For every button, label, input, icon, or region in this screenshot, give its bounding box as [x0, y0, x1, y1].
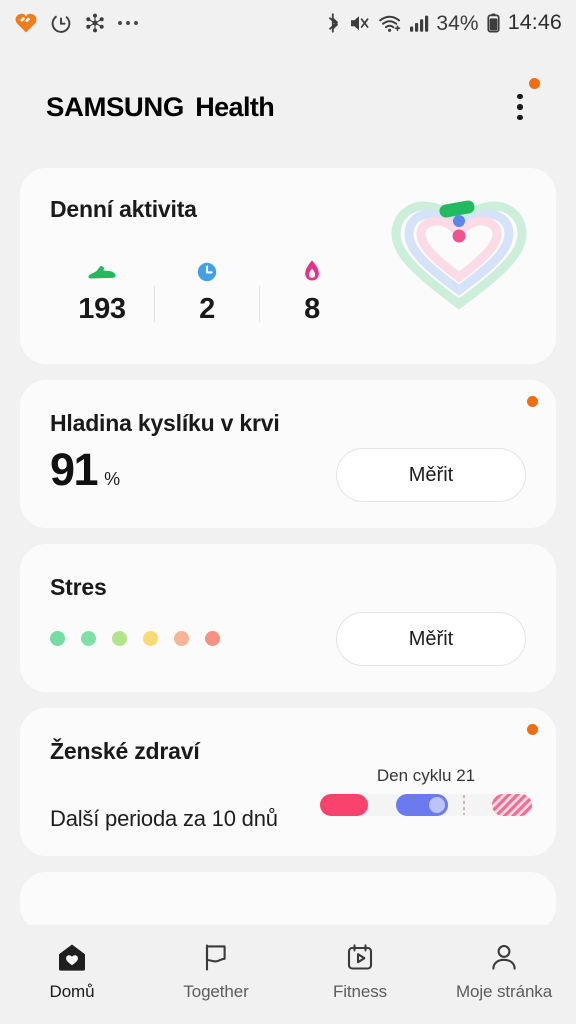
blood-oxygen-value: 91	[50, 444, 99, 495]
person-icon	[487, 941, 521, 973]
measure-stress-button[interactable]: Měřit	[336, 612, 526, 666]
womens-health-badge-dot	[527, 724, 538, 735]
cycle-day-label: Den cyklu 21	[376, 766, 476, 785]
wifi-icon	[378, 12, 402, 34]
card-next-peek[interactable]	[20, 872, 556, 925]
samsung-health-heart-icon	[14, 12, 38, 34]
battery-percent-label: 34%	[436, 11, 479, 35]
stress-dot	[81, 631, 96, 646]
shoe-icon	[87, 263, 117, 288]
brand-health-label: Health	[195, 91, 275, 122]
more-notifications-icon	[118, 21, 138, 25]
stat-steps[interactable]: 193	[50, 263, 154, 324]
stress-title: Stres	[50, 574, 107, 600]
stress-dot	[50, 631, 65, 646]
womens-health-title: Ženské zdraví	[50, 738, 200, 764]
nav-label-my-page: Moje stránka	[455, 982, 553, 1001]
nav-item-together[interactable]: Together	[144, 941, 288, 1002]
mute-icon	[349, 12, 371, 34]
blood-oxygen-info: Hladina kyslíku v krvi 91 %	[50, 410, 280, 528]
cycle-current-day-segment	[396, 794, 448, 816]
clock-label: 14:46	[507, 10, 562, 35]
cycle-current-marker	[429, 797, 445, 813]
flame-icon	[302, 259, 322, 288]
next-period-label: Další perioda za 10 dnů	[50, 806, 278, 831]
nav-item-home[interactable]: Domů	[0, 941, 144, 1002]
overflow-badge-dot	[529, 78, 540, 89]
alarm-icon	[50, 12, 72, 34]
stress-dot	[143, 631, 158, 646]
nav-label-home: Domů	[49, 982, 95, 1001]
calendar-play-icon	[343, 941, 377, 973]
cycle-timeline[interactable]: Den cyklu 21	[320, 766, 532, 816]
stress-info: Stres	[50, 574, 220, 692]
nav-item-my-page[interactable]: Moje stránka	[432, 941, 576, 1002]
battery-icon	[486, 12, 501, 34]
flag-icon	[199, 941, 233, 973]
bottom-navigation: Domů Together Fitness Moje stránka	[0, 925, 576, 1024]
cycle-divider-icon	[463, 795, 465, 815]
blood-oxygen-reading: 91 %	[50, 447, 280, 492]
blood-oxygen-title: Hladina kyslíku v krvi	[50, 410, 280, 436]
app-header: SAMSUNG Health	[0, 46, 576, 168]
stat-calories[interactable]: 8	[260, 259, 364, 324]
cycle-predicted-segment	[492, 794, 532, 816]
nav-item-fitness[interactable]: Fitness	[288, 941, 432, 1002]
stress-dot	[205, 631, 220, 646]
nav-label-fitness: Fitness	[332, 982, 388, 1001]
status-bar-right: 34% 14:46	[325, 12, 562, 34]
overflow-dot	[517, 114, 523, 121]
steps-value: 193	[78, 293, 126, 325]
stat-active-time[interactable]: 2	[155, 261, 259, 324]
status-bar: 34% 14:46	[0, 0, 576, 46]
card-womens-health[interactable]: Ženské zdraví Další perioda za 10 dnů De…	[20, 708, 556, 856]
calories-value: 8	[304, 293, 320, 325]
nav-label-together: Together	[183, 982, 249, 1001]
overflow-dot	[517, 104, 523, 110]
stress-level-scale	[50, 631, 220, 646]
stress-dot	[174, 631, 189, 646]
brand-samsung-label: SAMSUNG	[46, 91, 184, 122]
smartthings-icon	[84, 12, 106, 34]
status-bar-left	[14, 12, 138, 34]
home-heart-icon	[55, 941, 89, 973]
blood-oxygen-badge-dot	[527, 396, 538, 407]
blood-oxygen-unit: %	[104, 469, 121, 489]
measure-blood-oxygen-button[interactable]: Měřit	[336, 448, 526, 502]
app-title: SAMSUNG Health	[46, 91, 275, 123]
card-daily-activity[interactable]: Denní aktivita 193 2 8	[20, 168, 556, 364]
overflow-dot	[517, 93, 523, 100]
activity-heart-rings-chart	[384, 194, 534, 310]
cycle-period-segment	[320, 794, 368, 816]
stress-dot	[112, 631, 127, 646]
active-time-value: 2	[199, 293, 215, 325]
card-blood-oxygen[interactable]: Hladina kyslíku v krvi 91 % Měřit	[20, 380, 556, 528]
overflow-menu-button[interactable]	[498, 78, 542, 132]
app-screen: 34% 14:46 SAMSUNG Health Denní aktivita …	[0, 0, 576, 1024]
card-stress[interactable]: Stres Měřit	[20, 544, 556, 692]
bluetooth-icon	[325, 12, 342, 34]
cycle-track	[320, 794, 532, 816]
cards-scroll-area[interactable]: Denní aktivita 193 2 8 Hladina kyslíku v…	[0, 168, 576, 925]
clock-icon	[196, 261, 218, 288]
signal-icon	[409, 12, 429, 34]
